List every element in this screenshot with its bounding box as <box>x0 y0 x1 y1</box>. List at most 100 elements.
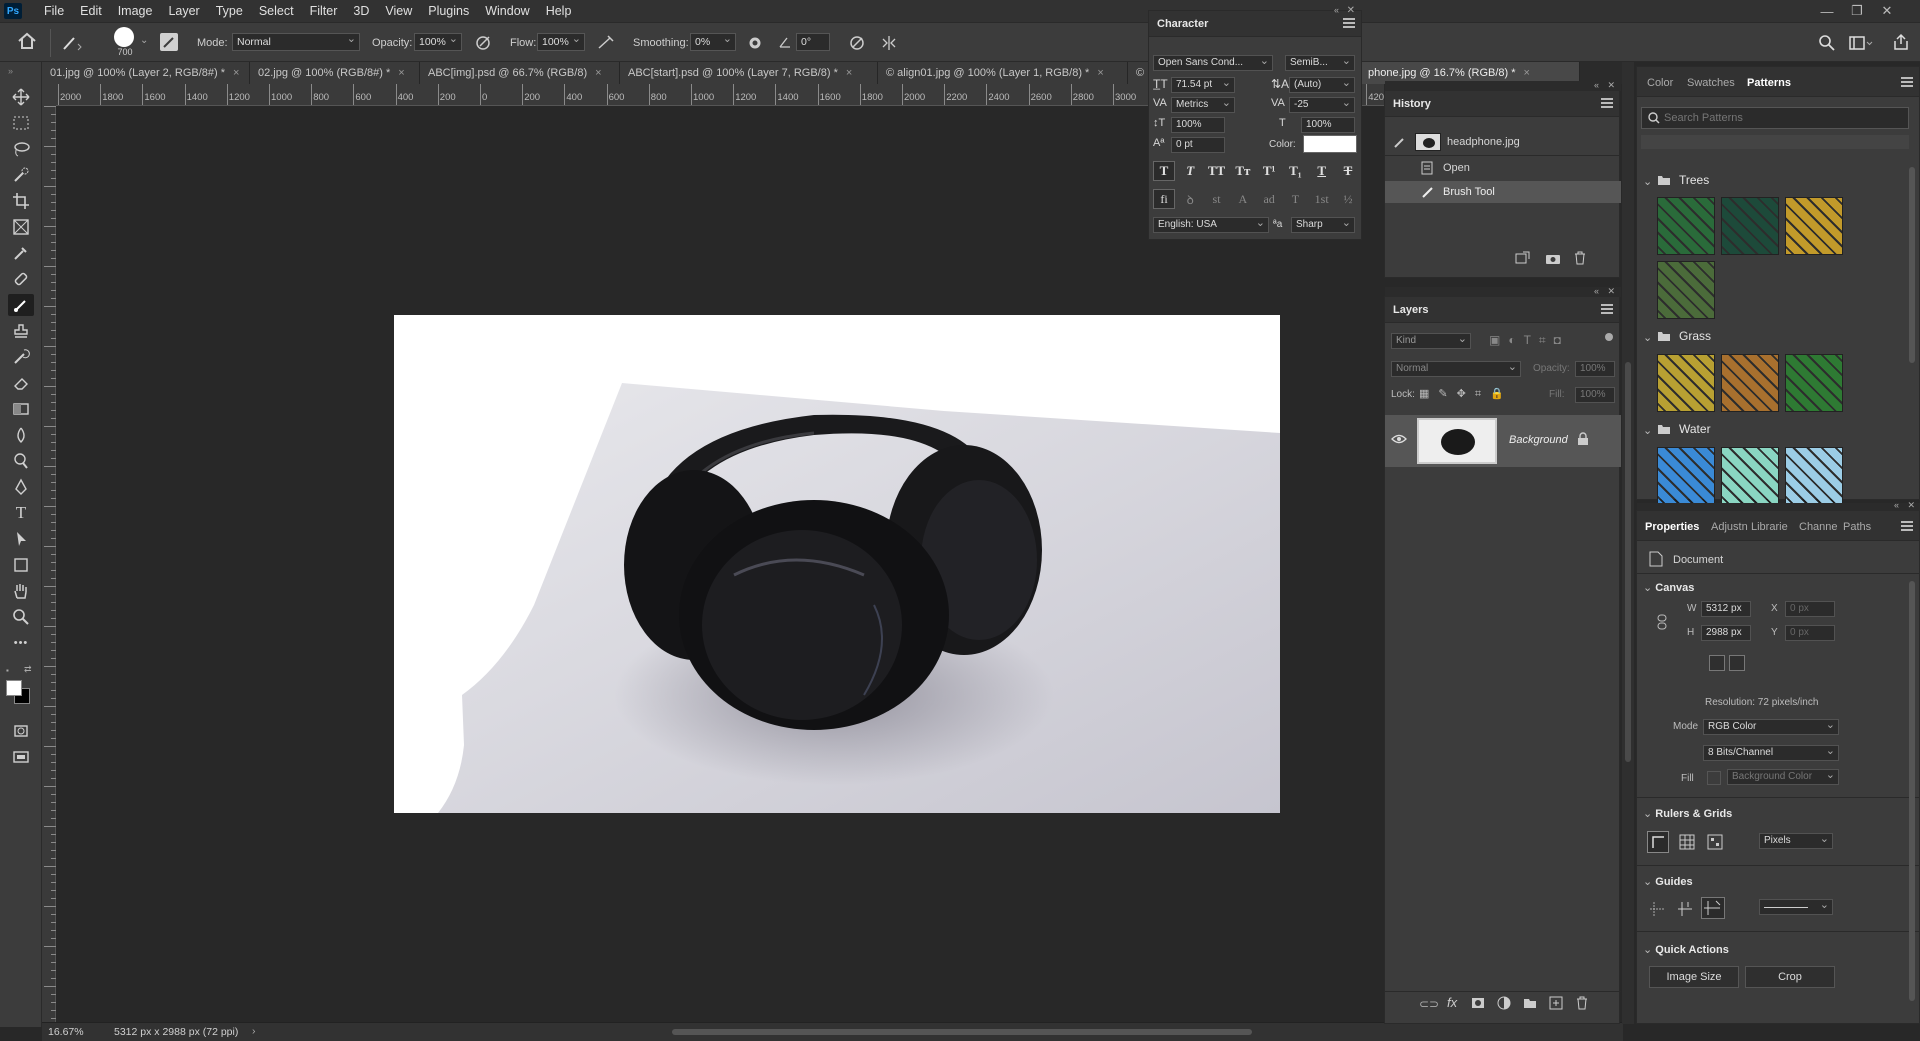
tab-close-icon[interactable]: × <box>1097 67 1103 79</box>
scrollbar-thumb[interactable] <box>1625 362 1631 762</box>
pattern-swatch[interactable] <box>1657 197 1715 255</box>
pattern-swatch[interactable] <box>1721 447 1779 505</box>
layer-opacity-input[interactable]: 100% <box>1575 361 1615 377</box>
tab-swatches[interactable]: Swatches <box>1687 77 1735 89</box>
brush-tool-icon[interactable] <box>8 294 34 316</box>
clone-stamp-tool-icon[interactable] <box>8 320 34 342</box>
leading-input[interactable]: (Auto) <box>1289 77 1355 93</box>
tab-close-icon[interactable]: × <box>595 67 601 79</box>
frame-tool-icon[interactable] <box>8 216 34 238</box>
crop-button[interactable]: Crop <box>1745 966 1835 988</box>
menu-item-window[interactable]: Window <box>477 4 537 18</box>
new-layer-icon[interactable] <box>1549 996 1563 1010</box>
menu-item-view[interactable]: View <box>377 4 420 18</box>
opentype-button[interactable]: ½ <box>1337 189 1359 209</box>
crop-tool-icon[interactable] <box>8 190 34 212</box>
canvas-width-input[interactable]: 5312 px <box>1701 601 1751 617</box>
minimize-icon[interactable]: — <box>1812 0 1842 22</box>
antialias-select[interactable]: Sharp <box>1291 217 1355 233</box>
language-select[interactable]: English: USA <box>1153 217 1269 233</box>
tab-align01[interactable]: © align01.jpg @ 100% (Layer 1, RGB/8) * × <box>878 62 1128 84</box>
add-mask-icon[interactable] <box>1471 997 1485 1009</box>
close-icon[interactable]: ✕ <box>1907 500 1915 511</box>
type-style-button[interactable]: T <box>1179 161 1201 181</box>
more-tools-icon[interactable]: ••• <box>8 632 34 654</box>
history-item-selected[interactable]: Brush Tool <box>1385 181 1621 203</box>
eraser-tool-icon[interactable] <box>8 372 34 394</box>
tab-close-icon[interactable]: × <box>1524 67 1530 79</box>
tab-libraries[interactable]: Librarie <box>1751 521 1788 533</box>
quick-mask-icon[interactable] <box>8 720 34 742</box>
history-item[interactable]: Open <box>1385 157 1621 179</box>
menu-item-edit[interactable]: Edit <box>72 4 110 18</box>
link-icon[interactable] <box>1657 614 1667 630</box>
pattern-group-name[interactable]: Water <box>1679 422 1711 436</box>
layer-row-background[interactable]: Background <box>1385 415 1621 467</box>
restore-icon[interactable]: ❐ <box>1842 0 1872 22</box>
pattern-swatch[interactable] <box>1657 447 1715 505</box>
zoom-tool-icon[interactable] <box>8 606 34 628</box>
menu-item-file[interactable]: File <box>36 4 72 18</box>
collapse-icon[interactable]: « <box>1594 286 1599 296</box>
lasso-tool-icon[interactable] <box>8 138 34 160</box>
chevron-down-icon[interactable]: ⌄ <box>140 35 148 46</box>
pattern-swatch[interactable] <box>1785 447 1843 505</box>
vertical-scale-input[interactable]: 100% <box>1171 117 1225 133</box>
landscape-orientation-button[interactable] <box>1729 655 1745 671</box>
tab-close-icon[interactable]: × <box>846 67 852 79</box>
tab-01-jpg[interactable]: 01.jpg @ 100% (Layer 2, RGB/8#) * × <box>42 62 250 84</box>
new-guide-icon[interactable] <box>1677 901 1693 917</box>
menu-item-type[interactable]: Type <box>208 4 251 18</box>
ruler-units-select[interactable]: Pixels <box>1759 833 1833 849</box>
adjustment-layer-icon[interactable] <box>1497 996 1511 1010</box>
gradient-tool-icon[interactable] <box>8 398 34 420</box>
close-icon[interactable]: ✕ <box>1347 5 1355 16</box>
properties-scrollbar[interactable] <box>1909 581 1915 1001</box>
pattern-swatch[interactable] <box>1657 354 1715 412</box>
eye-icon[interactable] <box>1391 433 1407 445</box>
close-icon[interactable]: ✕ <box>1607 80 1615 91</box>
image-size-button[interactable]: Image Size <box>1649 966 1739 988</box>
tab-patterns[interactable]: Patterns <box>1747 77 1791 89</box>
flow-input[interactable]: 100% <box>537 32 585 51</box>
brush-size-preview[interactable] <box>114 27 134 47</box>
font-size-input[interactable]: 71.54 pt <box>1171 77 1235 93</box>
panel-menu-icon[interactable] <box>1343 18 1355 28</box>
baseline-shift-input[interactable]: 0 pt <box>1171 137 1225 153</box>
marquee-tool-icon[interactable] <box>8 112 34 134</box>
new-group-icon[interactable] <box>1523 997 1537 1009</box>
collapse-icon[interactable]: « <box>1594 80 1599 90</box>
collapse-icon[interactable]: » <box>8 66 13 76</box>
tab-channels[interactable]: Channe <box>1799 521 1838 533</box>
brush-source-icon[interactable] <box>1393 135 1407 149</box>
share-icon[interactable] <box>1892 33 1910 51</box>
pattern-scrollbar[interactable] <box>1909 167 1915 363</box>
type-style-button[interactable]: T <box>1153 161 1175 181</box>
font-style-select[interactable]: SemiB... <box>1285 55 1355 71</box>
swap-colors-icon[interactable]: ⇄ <box>24 664 32 675</box>
tab-color[interactable]: Color <box>1647 77 1673 89</box>
bit-depth-select[interactable]: 8 Bits/Channel <box>1703 745 1839 761</box>
pattern-search[interactable] <box>1641 107 1909 129</box>
vertical-ruler[interactable] <box>42 106 56 1024</box>
airbrush-icon[interactable] <box>596 34 616 52</box>
pixel-grid-icon[interactable] <box>1707 834 1723 850</box>
horizontal-scrollbar[interactable] <box>672 1029 1252 1035</box>
canvas-height-input[interactable]: 2988 px <box>1701 625 1751 641</box>
menu-item-filter[interactable]: Filter <box>302 4 346 18</box>
type-tool-icon[interactable]: T <box>8 502 34 524</box>
gear-icon[interactable] <box>746 34 764 52</box>
pattern-group-name[interactable]: Trees <box>1679 173 1709 187</box>
guides-section-title[interactable]: Guides <box>1643 875 1692 888</box>
symmetry-icon[interactable] <box>880 34 898 52</box>
grid-icon[interactable] <box>1679 834 1695 850</box>
panel-dock-scrollbar[interactable] <box>1622 62 1634 1024</box>
tab-adjustments[interactable]: Adjustn <box>1711 521 1748 533</box>
opentype-button[interactable]: ad <box>1258 189 1280 209</box>
pressure-opacity-icon[interactable] <box>474 34 494 52</box>
status-arrow[interactable]: › <box>252 1025 256 1037</box>
type-style-button[interactable]: TT <box>1206 161 1228 181</box>
type-style-button[interactable]: T <box>1311 161 1333 181</box>
dodge-tool-icon[interactable] <box>8 450 34 472</box>
opentype-button[interactable]: ꝺ <box>1179 189 1201 209</box>
